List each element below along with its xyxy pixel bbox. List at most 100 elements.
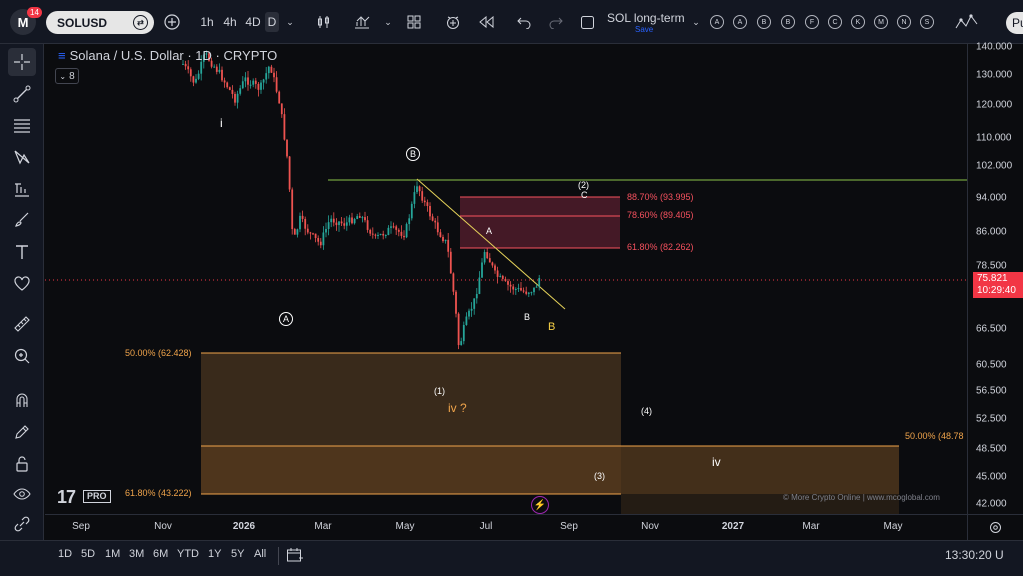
crosshair-icon[interactable] [8, 48, 36, 76]
candle-body [215, 66, 218, 72]
watchlist-icon-7[interactable]: K [851, 15, 865, 29]
symbol-search-button[interactable]: SOLUSD ⇄ [46, 11, 154, 34]
magnet-icon[interactable] [8, 386, 36, 414]
candle-body [280, 103, 283, 115]
time-axis[interactable]: Sep Nov 2026 Mar May Jul Sep Nov 2027 Ma… [45, 514, 967, 540]
timeframe-4h[interactable]: 4h [219, 0, 241, 44]
watchlist-icon-1[interactable]: A [710, 15, 724, 29]
candle-body [189, 69, 192, 77]
candle-body [348, 217, 351, 223]
replay-icon[interactable] [476, 0, 496, 44]
date-range-calendar-icon[interactable] [286, 547, 304, 568]
candle-body [449, 251, 452, 274]
pattern-drawing-icon[interactable] [952, 0, 982, 44]
watchlist-icon-3[interactable]: B [757, 15, 771, 29]
range-ytd[interactable]: YTD [177, 548, 199, 560]
timeframe-d[interactable]: D [264, 0, 280, 44]
fib-retracement-icon[interactable] [8, 112, 36, 140]
layout-grid-icon[interactable] [404, 0, 424, 44]
link-icon[interactable] [8, 510, 36, 538]
publish-button[interactable]: Pu [1006, 12, 1023, 34]
watchlist-icon-5[interactable]: F [805, 15, 819, 29]
eye-icon[interactable] [8, 480, 36, 508]
range-5d[interactable]: 5D [81, 548, 95, 560]
lightning-icon[interactable]: ⚡ [531, 496, 549, 514]
candle-body [416, 186, 418, 193]
alert-add-icon[interactable] [443, 0, 463, 44]
forecast-icon[interactable] [8, 175, 36, 203]
watchlist-icon-2[interactable]: A [733, 15, 747, 29]
indicators-icon[interactable] [352, 0, 372, 44]
compare-add-icon[interactable] [162, 0, 182, 44]
price-tick: 86.000 [976, 226, 1007, 238]
lock-icon[interactable] [8, 450, 36, 478]
symbol-switch-icon[interactable]: ⇄ [133, 15, 148, 30]
candle-body [291, 189, 294, 230]
candle-body [278, 91, 281, 104]
ruler-icon[interactable] [8, 310, 36, 338]
watchlist-icon-9[interactable]: N [897, 15, 911, 29]
heart-icon[interactable] [8, 270, 36, 298]
clock-timezone[interactable]: 13:30:20 U [945, 548, 1004, 562]
divider [278, 547, 279, 565]
range-6m[interactable]: 6M [153, 548, 168, 560]
candle-body [267, 66, 270, 74]
timeframe-1h[interactable]: 1h [196, 0, 218, 44]
timeframe-dropdown-chevron-icon[interactable]: ⌄ [283, 0, 297, 44]
price-tick: 48.500 [976, 443, 1007, 455]
candle-body [501, 275, 504, 279]
layout-square-icon[interactable] [578, 0, 596, 44]
price-tick: 52.500 [976, 413, 1007, 425]
layout-dropdown-chevron-icon[interactable]: ⌄ [690, 0, 702, 44]
candle-body [195, 78, 197, 83]
fib-label-50-right: 50.00% (48.78 [905, 431, 964, 441]
range-5y[interactable]: 5Y [231, 548, 244, 560]
indicator-toggle[interactable]: ⌄ 8 [55, 68, 79, 84]
brush-icon[interactable] [8, 206, 36, 234]
watchlist-icon-8[interactable]: M [874, 15, 888, 29]
watchlist-icon-4[interactable]: B [781, 15, 795, 29]
time-tick: Sep [72, 521, 90, 532]
layout-name[interactable]: SOL long-term [607, 11, 685, 25]
zoom-in-icon[interactable] [8, 342, 36, 370]
candle-body [361, 217, 364, 219]
draw-lock-pencil-icon[interactable] [8, 418, 36, 446]
price-tick: 140.000 [976, 41, 1013, 53]
candle-body [252, 80, 255, 85]
range-1d[interactable]: 1D [58, 548, 72, 560]
range-3m[interactable]: 3M [129, 548, 144, 560]
chart-pane[interactable]: ≡ Solana / U.S. Dollar · 1D · CRYPTO ⌄ 8 8… [45, 44, 967, 514]
indicators-dropdown-chevron-icon[interactable]: ⌄ [382, 0, 394, 44]
range-1m[interactable]: 1M [105, 548, 120, 560]
time-tick: Nov [641, 521, 659, 532]
timeframe-4d[interactable]: 4D [242, 0, 264, 44]
time-tick: Jul [479, 521, 493, 532]
settings-gear-icon[interactable] [967, 514, 1023, 540]
candle-body [257, 83, 260, 90]
chart-legend-title[interactable]: ≡ Solana / U.S. Dollar · 1D · CRYPTO [58, 48, 277, 63]
range-1y[interactable]: 1Y [208, 548, 221, 560]
pattern-icon[interactable] [8, 143, 36, 171]
watchlist-icon-10[interactable]: S [920, 15, 934, 29]
chart-type-candles-icon[interactable] [314, 0, 334, 44]
candle-body [288, 156, 291, 190]
candle-body [405, 224, 408, 238]
price-axis[interactable]: 140.000 130.000 120.000 110.000 102.000 … [967, 41, 1023, 514]
candle-body [514, 288, 517, 290]
text-tool-icon[interactable] [8, 238, 36, 266]
wave-label-a-circle: A [279, 312, 293, 326]
wave-label-iv: iv [712, 455, 721, 469]
tradingview-logo[interactable]: 17 [57, 487, 76, 508]
legend-menu-icon[interactable]: ≡ [58, 48, 66, 63]
undo-icon[interactable] [514, 0, 534, 44]
candle-body [468, 310, 470, 317]
candle-body [520, 288, 522, 291]
candle-body [509, 284, 512, 287]
redo-icon[interactable] [546, 0, 566, 44]
range-all[interactable]: All [254, 548, 266, 560]
candle-body [382, 233, 385, 236]
price-chart[interactable] [45, 44, 967, 514]
trend-line-icon[interactable] [8, 80, 36, 108]
watchlist-icon-6[interactable]: C [828, 15, 842, 29]
candle-body [423, 200, 426, 203]
